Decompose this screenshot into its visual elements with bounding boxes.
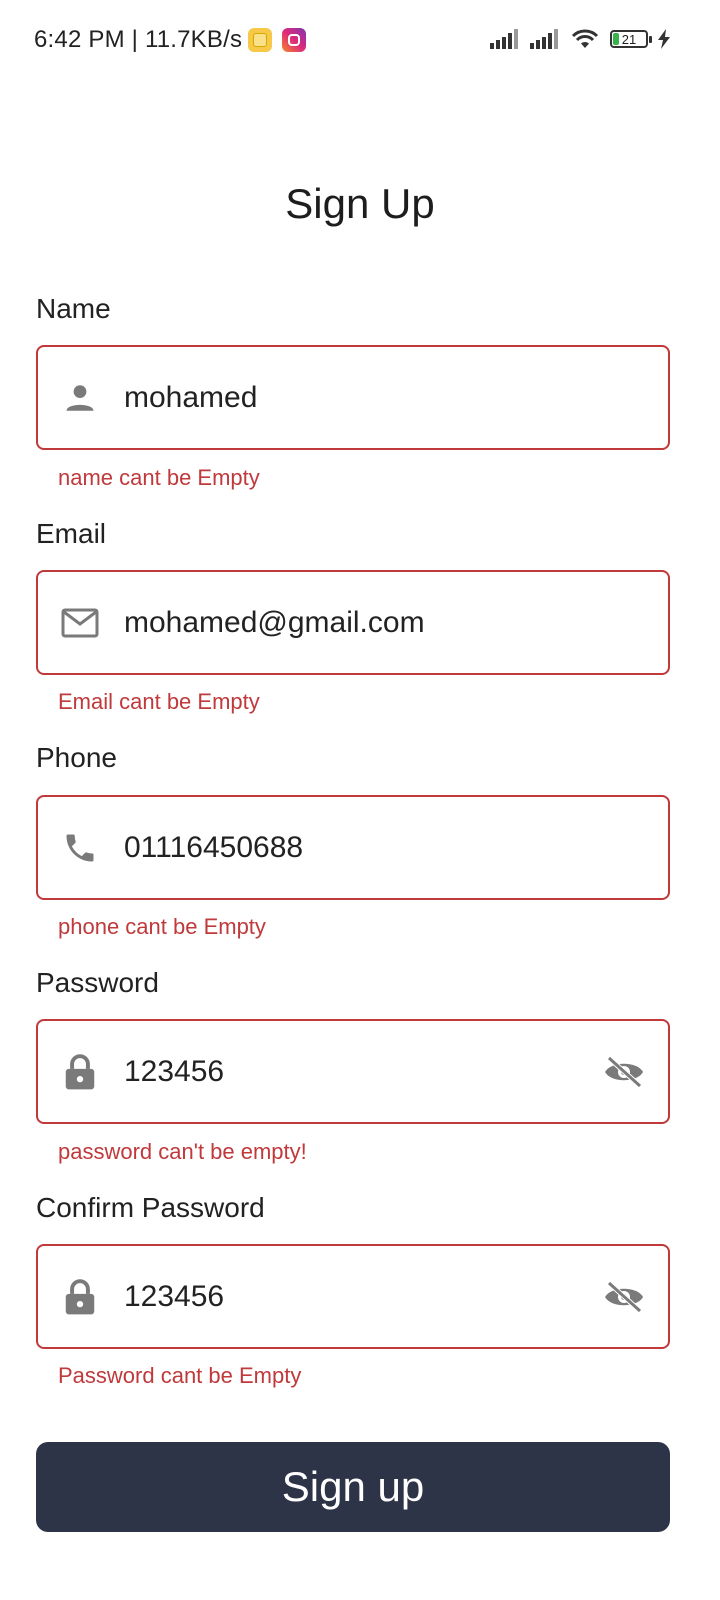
name-label: Name bbox=[36, 293, 111, 324]
confirm-password-error: Password cant be Empty bbox=[58, 1363, 302, 1388]
notification-app-icon bbox=[248, 28, 273, 52]
status-bar: 6:42 PM | 11.7KB/s 21 bbox=[0, 0, 720, 80]
password-error: password can't be empty! bbox=[58, 1139, 307, 1164]
page-title: Sign Up bbox=[285, 180, 435, 227]
eye-off-icon[interactable] bbox=[602, 1050, 646, 1094]
signal-icon bbox=[490, 29, 520, 49]
name-input[interactable] bbox=[124, 380, 668, 415]
password-label: Password bbox=[36, 967, 159, 998]
email-label: Email bbox=[36, 518, 107, 549]
name-field[interactable] bbox=[36, 345, 670, 450]
phone-error: phone cant be Empty bbox=[58, 914, 266, 939]
phone-label: Phone bbox=[36, 742, 117, 773]
mail-icon bbox=[60, 603, 100, 643]
confirm-password-field[interactable] bbox=[36, 1244, 670, 1349]
email-error: Email cant be Empty bbox=[58, 689, 260, 714]
confirm-password-input[interactable] bbox=[124, 1279, 602, 1314]
wifi-icon bbox=[571, 29, 599, 48]
signal-icon-2 bbox=[530, 29, 560, 49]
lock-icon bbox=[60, 1052, 100, 1092]
phone-input[interactable] bbox=[124, 830, 668, 865]
battery-icon: 21 bbox=[610, 30, 652, 48]
password-input[interactable] bbox=[124, 1054, 602, 1089]
battery-level: 21 bbox=[621, 31, 637, 47]
eye-off-icon[interactable] bbox=[602, 1275, 646, 1319]
status-time-speed: 6:42 PM | 11.7KB/s bbox=[34, 26, 243, 53]
charging-icon bbox=[658, 29, 670, 49]
email-input[interactable] bbox=[124, 605, 668, 640]
phone-icon bbox=[60, 828, 100, 868]
email-field[interactable] bbox=[36, 570, 670, 675]
instagram-icon bbox=[282, 28, 307, 52]
person-icon bbox=[60, 378, 100, 418]
phone-field[interactable] bbox=[36, 795, 670, 900]
lock-icon bbox=[60, 1277, 100, 1317]
confirm-password-label: Confirm Password bbox=[36, 1192, 265, 1223]
password-field[interactable] bbox=[36, 1019, 670, 1124]
status-right: 21 bbox=[490, 28, 670, 50]
name-error: name cant be Empty bbox=[58, 465, 260, 490]
sign-up-button[interactable]: Sign up bbox=[36, 1442, 670, 1532]
status-left: 6:42 PM | 11.7KB/s bbox=[34, 26, 307, 54]
